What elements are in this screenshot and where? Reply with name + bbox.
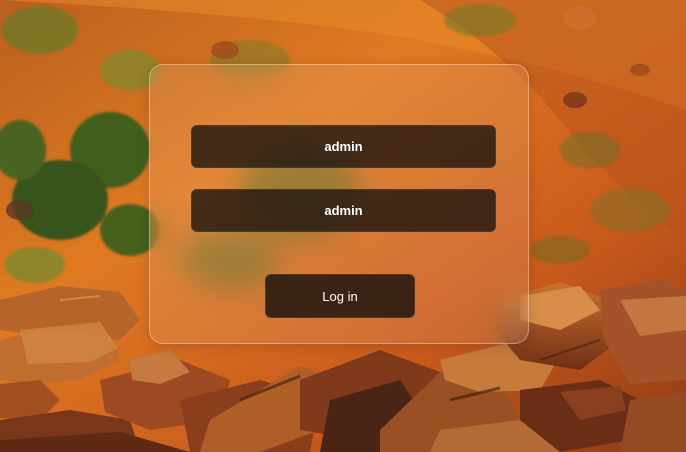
username-field[interactable] — [191, 125, 496, 168]
password-field[interactable] — [191, 189, 496, 232]
login-button[interactable]: Log in — [265, 274, 415, 318]
login-panel: Log in — [149, 64, 529, 344]
